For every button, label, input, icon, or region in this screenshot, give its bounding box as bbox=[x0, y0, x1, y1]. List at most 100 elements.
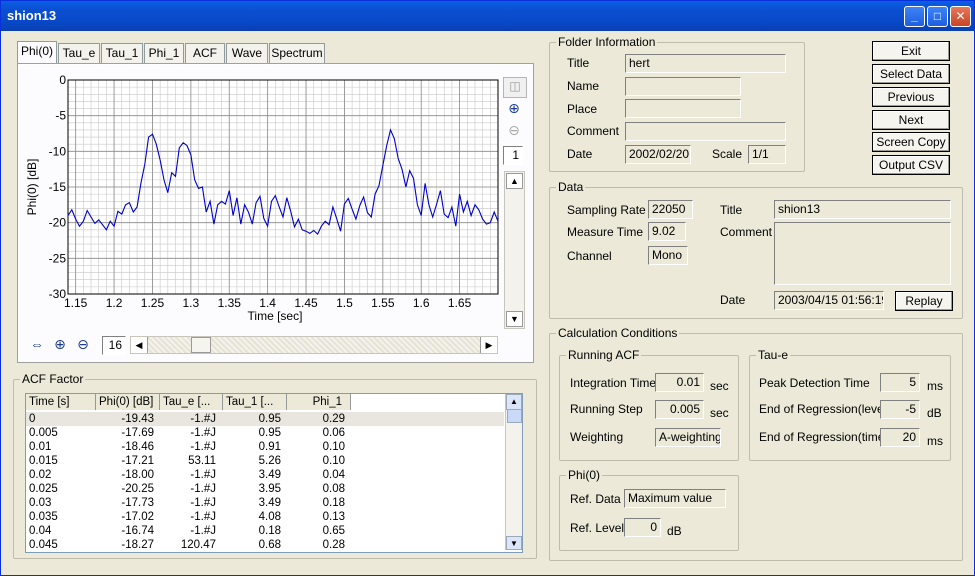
tab-acf[interactable]: ACF bbox=[185, 43, 225, 63]
close-icon[interactable]: ✕ bbox=[950, 6, 971, 27]
h-zoom-out-icon[interactable]: ⊖ bbox=[73, 335, 93, 354]
phi0-group-label: Phi(0) bbox=[566, 468, 603, 482]
end-regression-level-label: End of Regression(level) bbox=[759, 402, 891, 416]
sampling-rate-label: Sampling Rate bbox=[567, 203, 646, 217]
table-cell: 3.49 bbox=[258, 497, 281, 509]
tab-tau-1[interactable]: Tau_1 bbox=[101, 43, 143, 63]
weighting-field: A-weighting bbox=[655, 428, 721, 447]
acf-table[interactable]: Time [s] Phi(0) [dB] Tau_e [... Tau_1 [.… bbox=[25, 393, 523, 553]
table-cell: -1.#J bbox=[190, 511, 216, 523]
phi0-chart: 1.15 1.2 1.25 1.3 1.35 1.4 1.45 1.5 1.55 1.6 1.65 0… bbox=[25, 73, 499, 323]
y-tick-label: -15 bbox=[49, 180, 67, 194]
table-cell: -19.43 bbox=[121, 413, 154, 425]
horizontal-scrollbar[interactable]: ◀ ▶ bbox=[130, 336, 498, 354]
replay-button[interactable]: Replay bbox=[895, 291, 953, 311]
table-scroll-thumb[interactable] bbox=[507, 409, 522, 423]
table-row[interactable]: 0.045 -18.27 120.47 0.68 0.28 bbox=[26, 538, 504, 552]
maximize-icon[interactable]: □ bbox=[927, 6, 948, 27]
tab-spectrum[interactable]: Spectrum bbox=[269, 43, 325, 63]
folder-title-label: Title bbox=[567, 56, 590, 70]
end-regression-level-unit: dB bbox=[927, 406, 942, 420]
table-cell: 3.49 bbox=[258, 469, 281, 481]
tab-wave[interactable]: Wave bbox=[226, 43, 268, 63]
weighting-label: Weighting bbox=[570, 430, 624, 444]
title-bar[interactable]: shion13 _ □ ✕ bbox=[1, 1, 974, 31]
x-axis-label: Time [sec] bbox=[248, 309, 303, 323]
col-header-tau-e[interactable]: Tau_e [... bbox=[160, 394, 223, 410]
exit-button[interactable]: Exit bbox=[872, 41, 950, 61]
table-cell: 0.035 bbox=[29, 511, 58, 523]
output-csv-button[interactable]: Output CSV bbox=[872, 155, 950, 175]
table-cell: -17.21 bbox=[121, 455, 154, 467]
folder-comment-field bbox=[625, 122, 786, 141]
scroll-right-icon[interactable]: ▶ bbox=[480, 337, 497, 353]
peak-detection-label: Peak Detection Time bbox=[759, 376, 870, 390]
table-cell: 0.13 bbox=[322, 511, 345, 523]
col-header-tau-1[interactable]: Tau_1 [... bbox=[223, 394, 287, 410]
integration-unit: sec bbox=[710, 379, 729, 393]
table-cell: 0.045 bbox=[29, 539, 58, 551]
select-data-button[interactable]: Select Data bbox=[872, 64, 950, 84]
zoom-out-icon[interactable]: ⊖ bbox=[503, 121, 525, 140]
scroll-down-icon[interactable]: ▼ bbox=[506, 311, 523, 327]
next-button[interactable]: Next bbox=[872, 110, 950, 130]
x-tick-label: 1.55 bbox=[371, 296, 395, 310]
y-tick-label: 0 bbox=[59, 73, 66, 87]
table-row[interactable]: 0.02 -18.00 -1.#J 3.49 0.04 bbox=[26, 468, 504, 482]
table-cell: -17.02 bbox=[121, 511, 154, 523]
channel-field: Mono bbox=[648, 246, 688, 265]
minimize-icon[interactable]: _ bbox=[904, 6, 925, 27]
end-regression-time-unit: ms bbox=[927, 434, 943, 448]
running-acf-label: Running ACF bbox=[566, 348, 642, 362]
folder-title-field: hert bbox=[625, 54, 786, 73]
tab-phi0[interactable]: Phi(0) bbox=[17, 41, 57, 64]
table-cell: -17.69 bbox=[121, 427, 154, 439]
x-tick-label: 1.6 bbox=[413, 296, 430, 310]
table-row[interactable]: 0.015 -17.21 53.11 5.26 0.10 bbox=[26, 454, 504, 468]
table-scroll-up-icon[interactable]: ▲ bbox=[506, 394, 522, 410]
table-row[interactable]: 0.025 -20.25 -1.#J 3.95 0.08 bbox=[26, 482, 504, 496]
end-regression-time-label: End of Regression(time) bbox=[759, 430, 889, 444]
table-cell: 3.95 bbox=[258, 483, 281, 495]
table-cell: 0.04 bbox=[322, 469, 345, 481]
col-header-phi-1[interactable]: Phi_1 bbox=[287, 394, 351, 410]
data-date-field: 2003/04/15 01:56:19 bbox=[774, 291, 884, 310]
data-title-label: Title bbox=[720, 203, 743, 217]
table-cell: -18.00 bbox=[121, 469, 154, 481]
x-tick-label: 1.35 bbox=[218, 296, 242, 310]
h-zoom-in-icon[interactable]: ⊕ bbox=[50, 335, 70, 354]
folder-scale-label: Scale bbox=[712, 147, 743, 161]
scroll-thumb[interactable] bbox=[191, 337, 211, 353]
table-cell: 0.04 bbox=[29, 525, 52, 537]
table-cell: 0 bbox=[29, 413, 36, 425]
table-cell: 0.01 bbox=[29, 441, 52, 453]
zoom-in-icon[interactable]: ⊕ bbox=[503, 99, 525, 118]
table-cell: 0.015 bbox=[29, 455, 58, 467]
table-row[interactable]: 0.01 -18.46 -1.#J 0.91 0.10 bbox=[26, 440, 504, 454]
col-header-time[interactable]: Time [s] bbox=[26, 394, 96, 410]
fit-width-icon[interactable]: ⇔ bbox=[27, 335, 47, 354]
screen-copy-button[interactable]: Screen Copy bbox=[872, 132, 950, 152]
table-cell: 53.11 bbox=[188, 455, 216, 467]
table-cell: 0.10 bbox=[322, 455, 345, 467]
tab-tau-e[interactable]: Tau_e bbox=[58, 43, 100, 63]
tab-phi-1[interactable]: Phi_1 bbox=[144, 43, 184, 63]
x-tick-label: 1.25 bbox=[141, 296, 165, 310]
col-header-phi0[interactable]: Phi(0) [dB] bbox=[96, 394, 160, 410]
table-row[interactable]: 0.03 -17.73 -1.#J 3.49 0.18 bbox=[26, 496, 504, 510]
table-row[interactable]: 0.035 -17.02 -1.#J 4.08 0.13 bbox=[26, 510, 504, 524]
table-row[interactable]: 0.005 -17.69 -1.#J 0.95 0.06 bbox=[26, 426, 504, 440]
scroll-left-icon[interactable]: ◀ bbox=[131, 337, 148, 353]
table-row[interactable]: 0 -19.43 -1.#J 0.95 0.29 bbox=[26, 412, 504, 426]
zoom-level-input[interactable]: 16 bbox=[102, 336, 126, 355]
vertical-scrollbar[interactable]: ▲ ▼ bbox=[504, 171, 525, 329]
previous-button[interactable]: Previous bbox=[872, 87, 950, 107]
table-scrollbar[interactable]: ▲ ▼ bbox=[505, 394, 522, 550]
table-row[interactable]: 0.04 -16.74 -1.#J 0.18 0.65 bbox=[26, 524, 504, 538]
fit-icon[interactable]: ◫ bbox=[503, 77, 527, 98]
table-cell: 0.18 bbox=[258, 525, 281, 537]
table-scroll-down-icon[interactable]: ▼ bbox=[506, 536, 522, 550]
scroll-up-icon[interactable]: ▲ bbox=[506, 173, 523, 189]
y-tick-label: -5 bbox=[55, 109, 66, 123]
page-input[interactable]: 1 bbox=[503, 146, 523, 165]
